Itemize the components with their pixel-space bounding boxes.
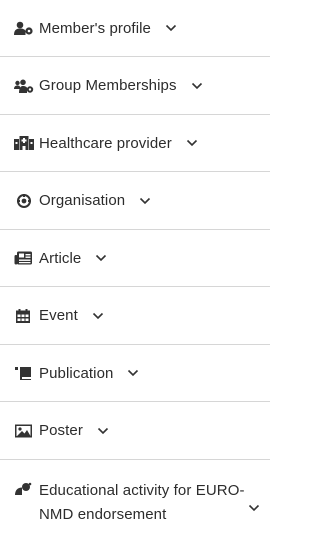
user-gear-icon bbox=[14, 21, 34, 35]
chevron-down-icon[interactable] bbox=[92, 312, 104, 320]
menu-item-event[interactable]: Event bbox=[0, 287, 270, 345]
chevron-down-icon[interactable] bbox=[186, 139, 198, 147]
menu-item-label: Event bbox=[39, 307, 78, 324]
menu-item-label: Poster bbox=[39, 422, 83, 439]
menu-item-members-profile[interactable]: Member's profile bbox=[0, 0, 270, 57]
menu-item-organisation[interactable]: Organisation bbox=[0, 172, 270, 230]
chevron-down-icon[interactable] bbox=[191, 82, 203, 90]
calendar-icon bbox=[14, 308, 34, 323]
menu-item-educational-activity[interactable]: Educational activity for EURO-NMD endors… bbox=[0, 460, 270, 545]
chevron-down-icon[interactable] bbox=[127, 369, 139, 377]
menu-item-group-memberships[interactable]: Group Memberships bbox=[0, 57, 270, 115]
organisation-icon bbox=[14, 193, 34, 208]
menu-item-publication[interactable]: Publication bbox=[0, 345, 270, 402]
menu-item-label: Group Memberships bbox=[39, 77, 177, 94]
users-gear-icon bbox=[14, 79, 34, 93]
accordion-menu: Member's profile Group Memberships Healt… bbox=[0, 0, 270, 545]
book-icon bbox=[14, 366, 34, 380]
satellite-dish-icon bbox=[14, 482, 34, 496]
menu-item-article[interactable]: Article bbox=[0, 230, 270, 287]
newspaper-icon bbox=[14, 251, 34, 265]
chevron-down-icon[interactable] bbox=[139, 197, 151, 205]
menu-item-label: Educational activity for EURO-NMD endors… bbox=[39, 481, 245, 523]
image-icon bbox=[14, 424, 34, 438]
chevron-down-icon[interactable] bbox=[95, 254, 107, 262]
chevron-down-icon[interactable] bbox=[165, 24, 177, 32]
menu-item-label: Article bbox=[39, 249, 82, 267]
menu-item-label: Healthcare provider bbox=[39, 134, 172, 152]
menu-item-healthcare-provider[interactable]: Healthcare provider bbox=[0, 115, 270, 172]
menu-item-label: Member's profile bbox=[39, 19, 151, 37]
hospital-icon bbox=[14, 136, 34, 150]
menu-item-label: Publication bbox=[39, 364, 114, 382]
chevron-down-icon[interactable] bbox=[248, 504, 260, 512]
menu-item-poster[interactable]: Poster bbox=[0, 402, 270, 460]
menu-item-label: Organisation bbox=[39, 192, 126, 209]
chevron-down-icon[interactable] bbox=[97, 427, 109, 435]
